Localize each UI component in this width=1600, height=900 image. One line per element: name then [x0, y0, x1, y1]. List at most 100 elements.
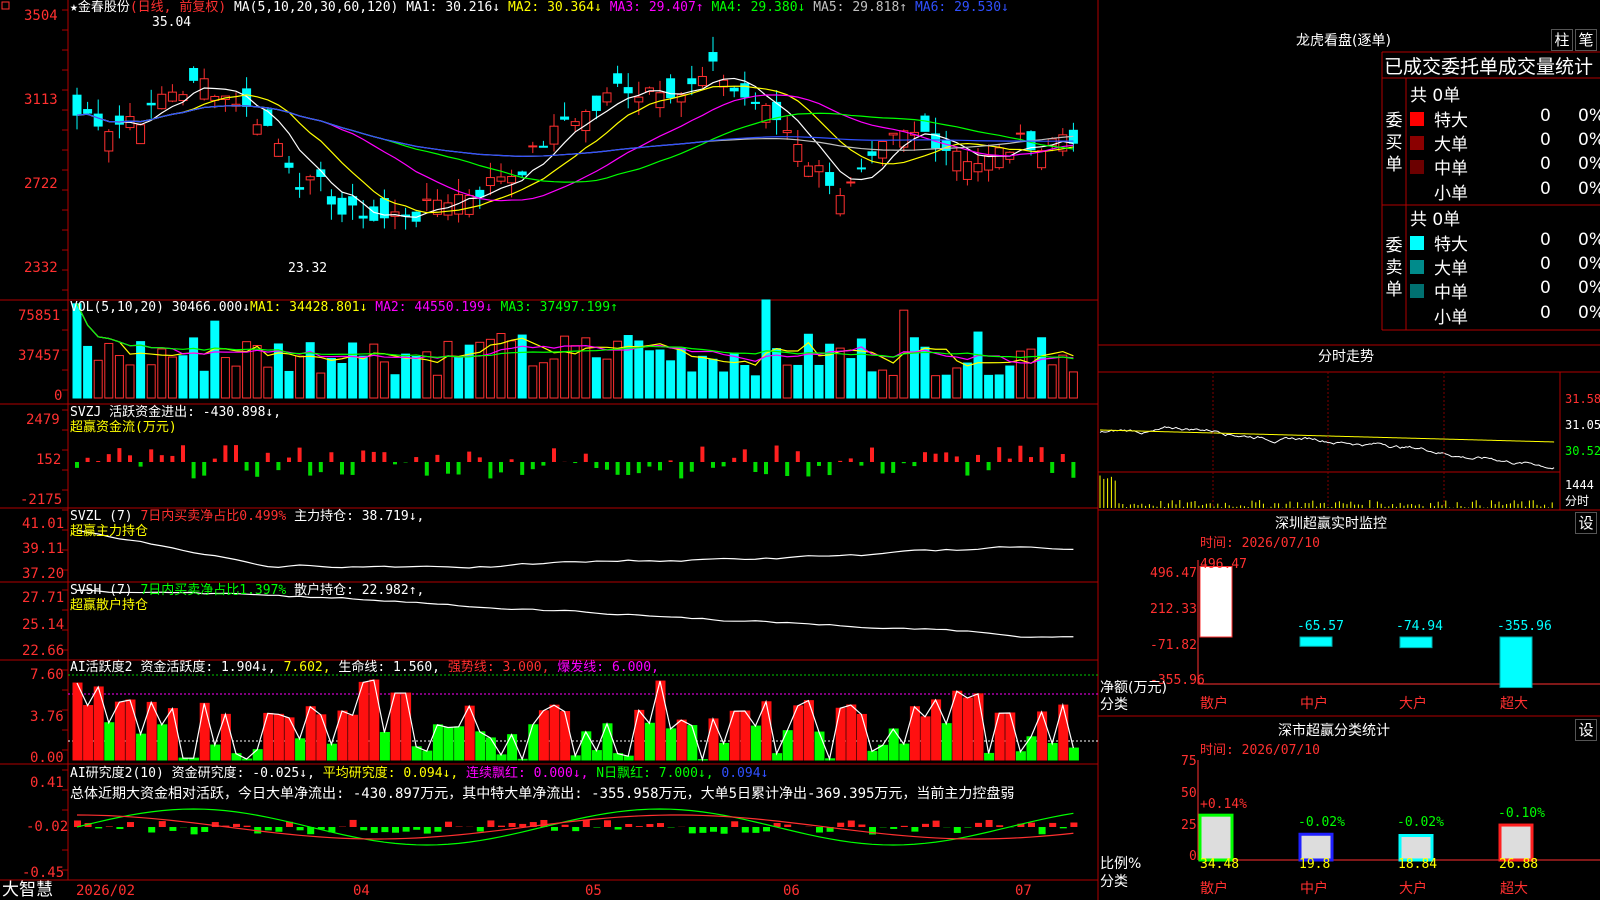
svzj-label: SVZJ [70, 405, 102, 420]
buy-total: 共 0单 [1410, 86, 1461, 106]
volume-bar [72, 303, 82, 399]
flow-bar [838, 460, 843, 462]
vol-label: VOL(5,10,20) [70, 300, 164, 315]
sz-bar-label: -74.94 [1396, 619, 1443, 634]
volume-bar [104, 342, 114, 399]
volume-bar [1005, 365, 1015, 399]
flow-bar [594, 462, 599, 468]
sm-cat: 大户 [1399, 881, 1427, 897]
research-bar [890, 827, 898, 829]
intraday-tick: 31.05 [1565, 418, 1600, 432]
sm-settings-button[interactable]: 设 [1575, 719, 1597, 741]
x-tick: 05 [585, 883, 602, 899]
candle [538, 145, 548, 148]
flow-bar [477, 457, 482, 462]
activity-bar [994, 712, 1005, 761]
volume-bar [1037, 337, 1047, 399]
sz-bar [1499, 636, 1533, 689]
volume-bar [379, 361, 389, 399]
activity-bar [899, 743, 910, 761]
y-tick: 22.66 [22, 643, 65, 659]
column-view-button[interactable]: 柱 [1551, 29, 1573, 51]
sm-value: 18.84 [1398, 857, 1438, 872]
chart-canvas[interactable] [0, 0, 1600, 900]
activity-bar [231, 753, 242, 761]
research-bar [604, 820, 611, 827]
flow-bar [944, 452, 949, 462]
activity-bar [941, 723, 952, 761]
sz-y-tick: 212.33 [1150, 602, 1197, 617]
candle [242, 88, 252, 107]
sell-row-value: 0 [1540, 303, 1551, 323]
activity-bar [761, 701, 772, 761]
volume-bar [644, 350, 654, 399]
research-bar [190, 827, 198, 835]
volume-bar [750, 375, 760, 399]
research-bar [646, 824, 654, 827]
research-bar [922, 823, 929, 827]
ma2-value: MA2: 30.364↓ [507, 0, 602, 15]
ma4-value: MA4: 29.380↓ [711, 0, 806, 15]
activity-bar [591, 750, 602, 761]
flow-bar [318, 462, 323, 473]
volume-bar [878, 369, 888, 399]
sm-bar [1498, 823, 1534, 862]
flow-bar [806, 462, 811, 477]
activity-bar [719, 742, 730, 761]
sell-row-label: 小单 [1434, 308, 1468, 328]
sell-row-value: 0 [1540, 278, 1551, 298]
activity-bar [348, 714, 359, 761]
activity-bar [326, 743, 337, 761]
volume-bar [729, 352, 739, 399]
volume-bar [1068, 371, 1078, 399]
medium-buy-swatch [1410, 160, 1424, 174]
candle [973, 163, 983, 173]
sm-cat: 中户 [1300, 881, 1328, 897]
activity-bar [83, 705, 94, 761]
research-bar [402, 827, 410, 832]
candle [634, 96, 644, 103]
sz-settings-button[interactable]: 设 [1575, 512, 1597, 534]
y-tick: 2332 [24, 260, 58, 276]
x-tick: 04 [353, 883, 370, 899]
research-bar [741, 827, 749, 833]
volume-bar [146, 364, 156, 399]
volume-bar [401, 353, 411, 399]
volume-bar [263, 366, 273, 399]
flow-bar [255, 462, 260, 477]
volume-bar [295, 355, 305, 399]
volume-bar [210, 320, 220, 399]
ma5-value: MA5: 29.818↑ [813, 0, 908, 15]
research-bar [1038, 827, 1046, 835]
candle [952, 150, 962, 172]
volume-bar [909, 337, 919, 399]
volume-bar [284, 370, 294, 399]
activity-bar [687, 725, 698, 761]
activity-bar [167, 708, 178, 761]
ai2-b: 平均研究度: 0.094↓, [322, 766, 459, 781]
sz-cat: 中户 [1300, 696, 1328, 712]
flow-bar [732, 457, 737, 462]
research-bar [572, 827, 580, 832]
candle [114, 115, 124, 125]
activity-bar [878, 744, 889, 761]
ai2-d: N日飘红: 7.000↓, [596, 766, 714, 781]
activity-bar [157, 724, 168, 761]
favorite-star-icon[interactable]: ★ [70, 0, 78, 15]
research-bar [731, 821, 739, 827]
flow-bar [467, 451, 472, 462]
volume-bar [167, 356, 177, 399]
tick-view-button[interactable]: 笔 [1575, 29, 1597, 51]
period-label[interactable]: (日线, 前复权) [130, 0, 226, 15]
large-buy-swatch [1410, 136, 1424, 150]
volume-bar [666, 360, 676, 399]
activity-bar [814, 731, 825, 761]
activity-bar [772, 753, 783, 761]
svzl-sub: 超赢主力持仓 [70, 524, 149, 539]
flow-bar [1060, 454, 1065, 462]
candle [591, 95, 601, 111]
sz-bar-label: -355.96 [1497, 619, 1552, 634]
y-tick: 25.14 [22, 617, 65, 633]
candle [570, 121, 580, 127]
medium-sell-swatch [1410, 284, 1424, 298]
